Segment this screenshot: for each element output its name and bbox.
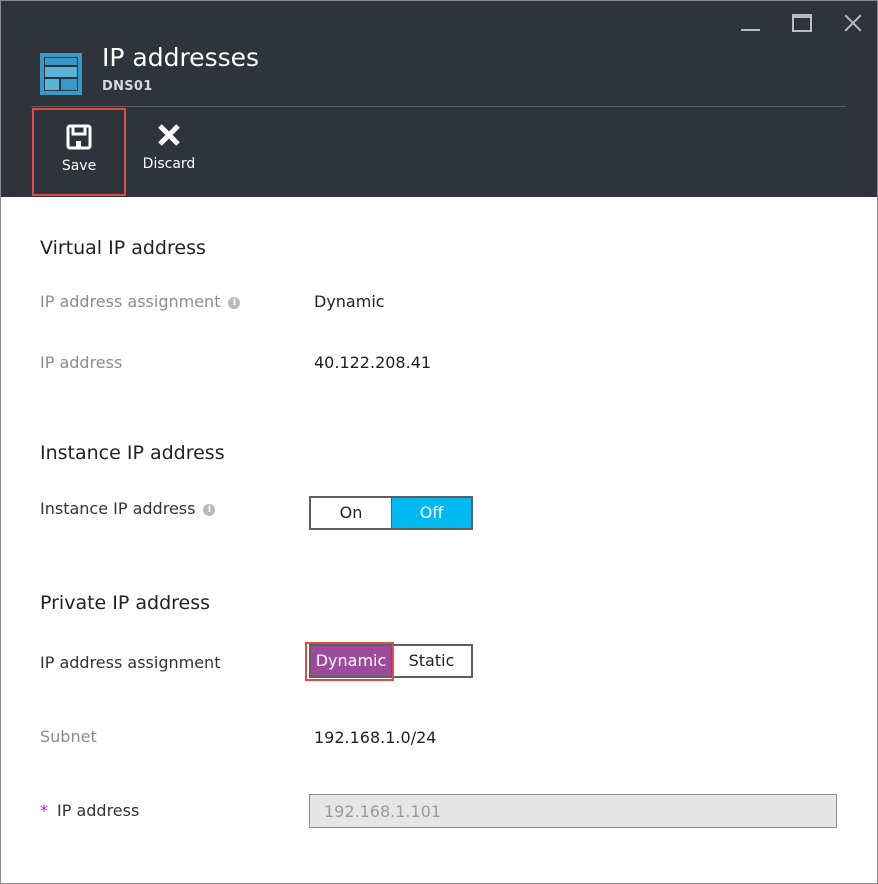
page-title: IP addresses [102,43,260,72]
save-button[interactable]: Save [32,108,126,196]
discard-icon [158,124,180,146]
maximize-icon[interactable] [790,11,816,35]
header-divider [31,106,846,107]
virtual-ip-assignment-label: IP address assignment i [40,292,241,311]
instance-ip-toggle: On Off [309,496,473,530]
blade-header: IP addresses DNS01 Save Discard [1,1,877,197]
required-marker: * [40,801,48,820]
page-subtitle: DNS01 [102,79,153,94]
info-icon[interactable]: i [203,504,216,516]
virtual-ip-address-value: 40.122.208.41 [314,353,432,372]
save-icon [66,124,92,150]
instance-ip-label: Instance IP address i [40,499,216,518]
virtual-ip-section-title: Virtual IP address [40,237,206,259]
private-ip-address-input[interactable] [309,794,837,828]
save-label: Save [61,158,97,174]
private-ip-assignment-label: IP address assignment [40,653,221,672]
info-icon[interactable]: i [228,297,241,309]
virtual-ip-assignment-value: Dynamic [314,292,385,311]
instance-ip-section-title: Instance IP address [40,442,225,464]
discard-button[interactable]: Discard [122,108,216,196]
private-ip-assignment-toggle: Dynamic Static [309,644,473,678]
minimize-icon[interactable] [738,11,764,35]
virtual-ip-address-label: IP address [40,353,123,372]
private-ip-static-option[interactable]: Static [391,646,471,676]
subnet-value: 192.168.1.0/24 [314,728,437,747]
blade-window: IP addresses DNS01 Save Discard Virtual … [0,0,878,884]
close-icon[interactable] [841,11,867,35]
instance-ip-on-option[interactable]: On [311,498,391,528]
private-ip-dynamic-option[interactable]: Dynamic [311,646,391,676]
private-ip-section-title: Private IP address [40,592,211,614]
instance-ip-off-option[interactable]: Off [391,498,471,528]
blade-layout-icon [40,53,82,95]
private-ip-address-label: * IP address [40,801,140,820]
discard-label: Discard [142,156,196,172]
subnet-label: Subnet [40,727,97,746]
